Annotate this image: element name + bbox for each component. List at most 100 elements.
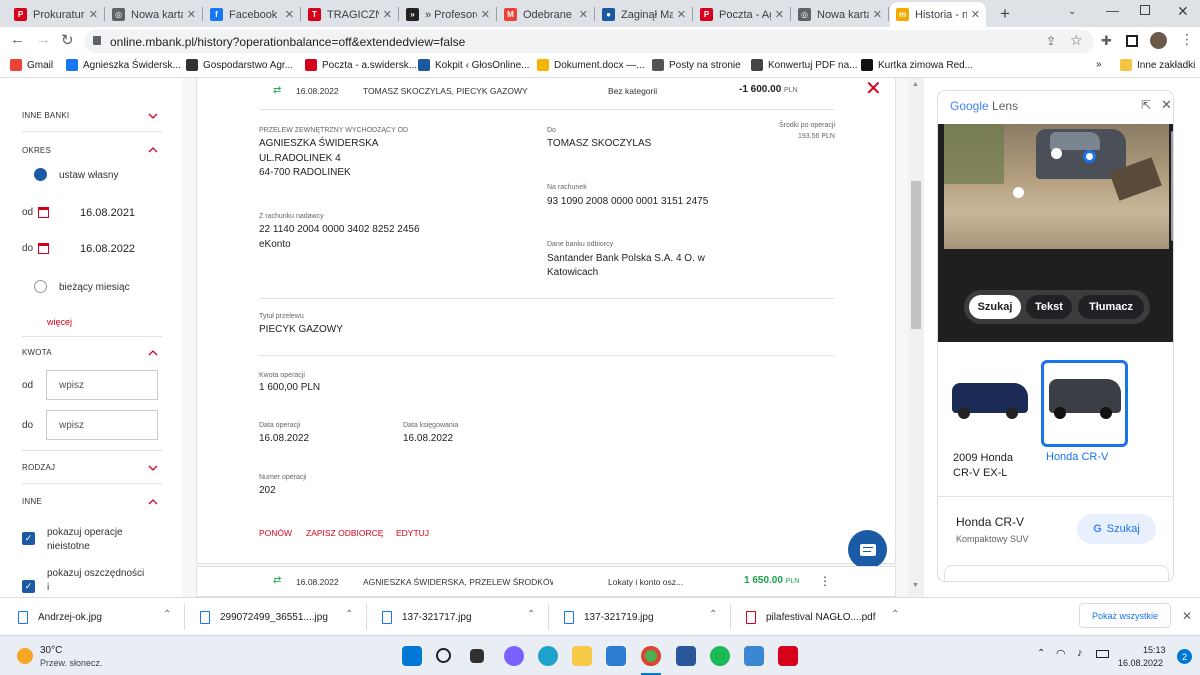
row-menu-icon[interactable]: ⋮ — [819, 574, 831, 588]
back-icon[interactable]: ← — [10, 31, 25, 48]
repeat-button[interactable]: PONÓW — [259, 528, 292, 538]
close-icon[interactable]: ✕ — [865, 79, 882, 99]
scroll-thumb[interactable] — [911, 181, 921, 329]
share-icon[interactable]: ⇪ — [1046, 34, 1056, 48]
result-thumbnail-2[interactable] — [1041, 360, 1128, 447]
acrobat-icon[interactable] — [778, 646, 798, 666]
tab-2[interactable]: f Facebook ✕ — [204, 2, 300, 27]
tab-close-icon[interactable]: ✕ — [579, 8, 588, 21]
tray-overflow-icon[interactable]: ⌃ — [1037, 648, 1045, 659]
clock-time[interactable]: 15:13 — [1143, 645, 1166, 655]
forward-icon[interactable]: → — [36, 31, 51, 48]
chat-button[interactable] — [848, 530, 887, 569]
download-item[interactable]: 137-321719.jpg — [564, 606, 654, 628]
tab-close-icon[interactable]: ✕ — [873, 8, 882, 21]
tab-close-icon[interactable]: ✕ — [285, 8, 294, 21]
file-explorer-icon[interactable] — [572, 646, 592, 666]
tab-3[interactable]: T TRAGICZNE ✕ — [302, 2, 398, 27]
notification-badge[interactable]: 2 — [1177, 649, 1192, 664]
reload-icon[interactable]: ↻ — [61, 31, 74, 49]
radio-custom-selected[interactable] — [34, 168, 47, 181]
calendar-icon[interactable] — [38, 207, 49, 218]
wifi-icon[interactable]: ◠ — [1056, 647, 1066, 660]
tab-4[interactable]: » » Profesoro ✕ — [400, 2, 496, 27]
weather-desc[interactable]: Przew. słonecz. — [40, 658, 103, 668]
calendar-icon[interactable] — [38, 243, 49, 254]
chevron-up-icon[interactable] — [148, 349, 158, 358]
bookmark-star-icon[interactable]: ☆ — [1070, 32, 1083, 49]
bookmark-item[interactable]: Kokpit ‹ GłosOnline... — [418, 59, 529, 71]
weather-temp[interactable]: 30°C — [40, 645, 62, 656]
photos-icon[interactable] — [744, 646, 764, 666]
download-item[interactable]: Andrzej-ok.jpg — [18, 606, 102, 628]
download-item[interactable]: pilafestival NAGŁO....pdf — [746, 606, 876, 628]
tab-close-icon[interactable]: ✕ — [89, 8, 98, 21]
bookmark-item[interactable]: Poczta - a.swidersk... — [305, 59, 417, 71]
avatar[interactable] — [1150, 32, 1167, 49]
sidepanel-icon[interactable] — [1126, 35, 1138, 47]
download-menu-icon[interactable]: ⌃ — [527, 609, 535, 620]
tab-9[interactable]: m Historia - n ✕ — [890, 2, 986, 27]
extensions-icon[interactable]: ✚ — [1101, 33, 1112, 49]
chevron-up-icon[interactable] — [148, 146, 158, 155]
lens-image[interactable]: Szukaj Tekst Tłumacz — [938, 124, 1173, 342]
result-1-label[interactable]: 2009 Honda CR-V EX-L — [953, 451, 1033, 481]
section-okres[interactable]: OKRES — [22, 146, 51, 155]
edge-icon[interactable] — [538, 646, 558, 666]
tab-close-icon[interactable]: ✕ — [383, 8, 392, 21]
amount-from-input[interactable]: wpisz — [46, 370, 158, 400]
download-menu-icon[interactable]: ⌃ — [163, 609, 171, 620]
show-all-downloads-button[interactable]: Pokaż wszystkie — [1079, 603, 1171, 628]
tab-6[interactable]: ● Zaginął Ma ✕ — [596, 2, 692, 27]
date-from-field[interactable]: 16.08.2021 — [56, 199, 158, 227]
section-inne-banki[interactable]: INNE BANKI — [22, 111, 69, 120]
word-icon[interactable] — [676, 646, 696, 666]
battery-icon[interactable] — [1096, 650, 1109, 658]
tab-close-icon[interactable]: ✕ — [677, 8, 686, 21]
lens-scrollbar-thumb[interactable] — [1171, 131, 1173, 241]
checkbox-nieistotne[interactable]: ✓ — [22, 532, 35, 545]
more-bookmarks-icon[interactable]: » — [1096, 59, 1102, 70]
page-scrollbar[interactable]: ▲ ▼ — [908, 78, 924, 597]
lens-dot-selected[interactable] — [1083, 150, 1096, 163]
mail-icon[interactable] — [606, 646, 626, 666]
translate-mode-button[interactable]: Tłumacz — [1078, 295, 1144, 319]
open-new-tab-icon[interactable]: ⇱ — [1141, 98, 1151, 112]
result-2-label[interactable]: Honda CR-V — [1046, 451, 1108, 463]
menu-icon[interactable]: ⋮ — [1180, 31, 1194, 48]
scroll-up-icon[interactable]: ▲ — [912, 81, 919, 88]
close-icon[interactable]: ✕ — [1161, 97, 1172, 113]
download-menu-icon[interactable]: ⌃ — [891, 609, 899, 620]
maximize-button[interactable] — [1140, 5, 1150, 15]
tab-close-icon[interactable]: ✕ — [187, 8, 196, 21]
tab-close-icon[interactable]: ✕ — [775, 8, 784, 21]
text-mode-button[interactable]: Tekst — [1026, 295, 1072, 319]
tab-close-icon[interactable]: ✕ — [481, 8, 490, 21]
scroll-down-icon[interactable]: ▼ — [912, 582, 919, 589]
date-to-field[interactable]: 16.08.2022 — [56, 235, 158, 263]
tab-1[interactable]: ◎ Nowa karta ✕ — [106, 2, 202, 27]
next-card[interactable] — [944, 565, 1169, 581]
chevron-down-icon[interactable] — [148, 464, 158, 473]
close-window-button[interactable]: ✕ — [1177, 3, 1189, 20]
section-inne[interactable]: INNE — [22, 497, 42, 506]
start-icon[interactable] — [402, 646, 422, 666]
chevron-down-icon[interactable] — [148, 112, 158, 121]
search-mode-button[interactable]: Szukaj — [969, 295, 1021, 319]
bookmark-item[interactable]: Posty na stronie — [652, 59, 741, 71]
chrome-icon[interactable] — [641, 646, 661, 666]
address-bar[interactable]: online.mbank.pl/history?operationbalance… — [84, 30, 1094, 53]
table-row[interactable]: ⇄ 16.08.2022 AGNIESZKA ŚWIDERSKA, PRZELE… — [196, 566, 896, 597]
volume-icon[interactable]: ♪ — [1077, 647, 1083, 659]
section-rodzaj[interactable]: RODZAJ — [22, 463, 55, 472]
chat-app-icon[interactable] — [504, 646, 524, 666]
minimize-button[interactable]: — — [1106, 3, 1119, 18]
lens-dot[interactable] — [1051, 148, 1062, 159]
tab-close-icon[interactable]: ✕ — [971, 8, 980, 21]
tab-7[interactable]: P Poczta - Ag ✕ — [694, 2, 790, 27]
download-menu-icon[interactable]: ⌃ — [709, 609, 717, 620]
spotify-icon[interactable] — [710, 646, 730, 666]
result-thumbnail-1[interactable] — [948, 371, 1032, 431]
search-icon[interactable] — [436, 648, 451, 663]
download-item[interactable]: 299072499_36551....jpg — [200, 606, 328, 628]
